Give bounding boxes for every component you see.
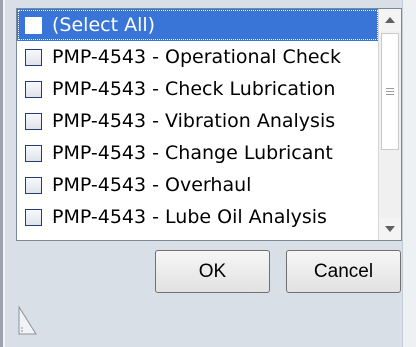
- scrollbar-thumb[interactable]: [381, 33, 399, 150]
- list-item[interactable]: PMP-4543 - Lube Oil Analysis: [17, 201, 379, 233]
- list-item-label: PMP-4543 - Lube Oil Analysis: [52, 206, 327, 228]
- list-item-label: PMP-4543 - Overhaul: [52, 174, 252, 196]
- ok-button[interactable]: OK: [155, 250, 270, 293]
- checkbox[interactable]: [25, 16, 42, 34]
- list-item[interactable]: PMP-4543 - Vibration Analysis: [17, 105, 379, 137]
- list-item-label: PMP-4543 - Change Lubricant: [52, 142, 333, 164]
- checkbox[interactable]: [25, 144, 42, 162]
- checkbox[interactable]: [25, 208, 42, 226]
- checkbox[interactable]: [25, 112, 42, 130]
- checkbox[interactable]: [25, 48, 42, 66]
- list-item[interactable]: PMP-4543 - Change Lubricant: [17, 137, 379, 169]
- window-left-highlight: [3, 0, 5, 347]
- scroll-up-button[interactable]: [379, 9, 401, 31]
- checkbox[interactable]: [25, 80, 42, 98]
- list-item[interactable]: PMP-4543 - Check Lubrication: [17, 73, 379, 105]
- checkbox[interactable]: [25, 176, 42, 194]
- resize-grip-icon[interactable]: [17, 305, 39, 337]
- list-item-select-all[interactable]: (Select All): [17, 9, 379, 41]
- window-right-edge: [402, 0, 416, 347]
- list-item[interactable]: PMP-4543 - Overhaul: [17, 169, 379, 201]
- list-item-label: PMP-4543 - Vibration Analysis: [52, 110, 336, 132]
- filter-value-list[interactable]: (Select All) PMP-4543 - Operational Chec…: [16, 8, 402, 241]
- chevron-up-icon: [385, 17, 395, 23]
- vertical-scrollbar[interactable]: [378, 9, 401, 240]
- cancel-button[interactable]: Cancel: [286, 250, 401, 293]
- scroll-down-button[interactable]: [379, 218, 401, 240]
- list-item-label: (Select All): [52, 14, 156, 36]
- list-item-label: PMP-4543 - Check Lubrication: [52, 78, 336, 100]
- filter-value-rows: (Select All) PMP-4543 - Operational Chec…: [17, 9, 379, 233]
- list-item-label: PMP-4543 - Operational Check: [52, 46, 341, 68]
- chevron-down-icon: [385, 226, 395, 232]
- grip-icon: [386, 88, 394, 95]
- list-item[interactable]: PMP-4543 - Operational Check: [17, 41, 379, 73]
